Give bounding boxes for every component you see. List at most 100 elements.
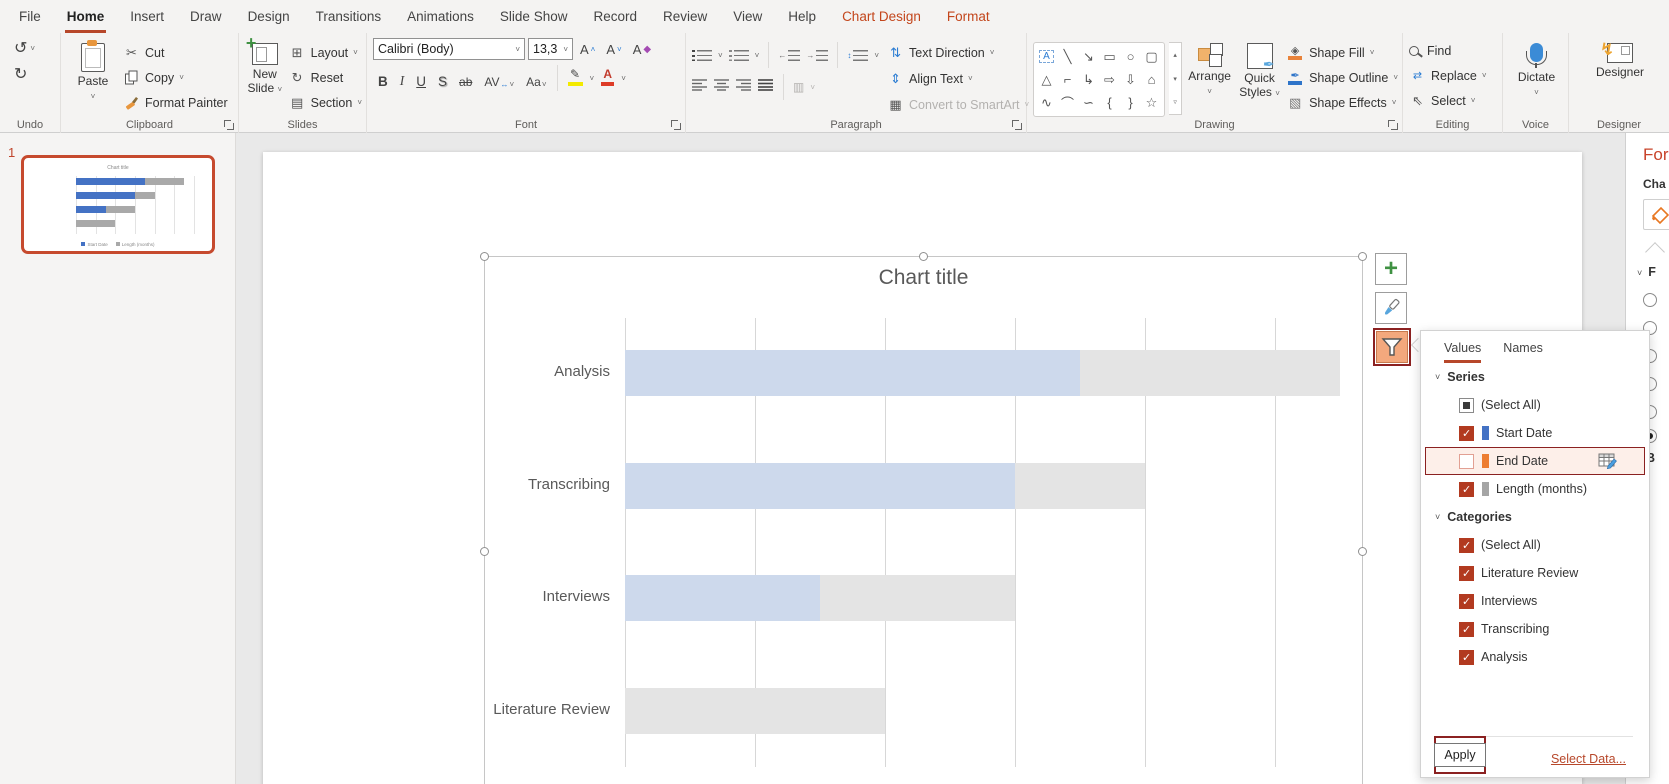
italic-button[interactable]: I bbox=[395, 66, 410, 90]
cut-button[interactable]: ✂ Cut bbox=[123, 41, 228, 64]
paste-button[interactable]: Paste ˅ bbox=[67, 38, 119, 117]
bar-start-date[interactable] bbox=[625, 350, 1080, 396]
checkbox[interactable] bbox=[1459, 425, 1474, 441]
bold-button[interactable]: B bbox=[373, 66, 393, 90]
line-shape-icon[interactable]: ╲ bbox=[1057, 45, 1078, 68]
rounded-rectangle-shape-icon[interactable]: ▢ bbox=[1141, 45, 1162, 68]
tab-home[interactable]: Home bbox=[54, 0, 118, 33]
chart-selection-frame[interactable] bbox=[484, 256, 1363, 784]
checkbox[interactable] bbox=[1459, 621, 1474, 637]
triangle-shape-icon[interactable]: △ bbox=[1036, 68, 1057, 91]
fill-section-header[interactable]: ˅ F bbox=[1637, 265, 1656, 279]
arrow-shape-icon[interactable]: ↘ bbox=[1078, 45, 1099, 68]
arrange-button[interactable]: Arrange ˅ bbox=[1186, 38, 1233, 117]
text-box-shape-icon[interactable]: A bbox=[1039, 50, 1054, 63]
designer-button[interactable]: Designer bbox=[1590, 38, 1650, 117]
clipboard-dialog-launcher-icon[interactable] bbox=[223, 119, 234, 130]
tab-review[interactable]: Review bbox=[650, 0, 720, 33]
gallery-up-icon[interactable]: ▴ bbox=[1169, 43, 1181, 67]
fill-and-line-tab[interactable] bbox=[1643, 199, 1669, 230]
category-interviews-row[interactable]: Interviews bbox=[1425, 587, 1645, 615]
edit-series-table-icon[interactable] bbox=[1598, 453, 1617, 472]
left-brace-shape-icon[interactable]: { bbox=[1099, 91, 1120, 114]
bar-length[interactable] bbox=[1080, 350, 1340, 396]
bar-length[interactable] bbox=[625, 688, 885, 734]
text-highlight-button[interactable]: ✎ bbox=[563, 66, 588, 90]
decrease-font-size-button[interactable]: A ˅ bbox=[602, 38, 625, 60]
series-length-row[interactable]: Length (months) bbox=[1425, 475, 1645, 503]
series-select-all-row[interactable]: (Select All) bbox=[1425, 391, 1645, 419]
layout-button[interactable]: ⊞ Layout ˅ bbox=[289, 41, 362, 64]
shape-gallery-scrollbar[interactable]: ▴ ▾ ▿ bbox=[1169, 42, 1183, 115]
font-dialog-launcher-icon[interactable] bbox=[670, 119, 681, 130]
star-shape-icon[interactable]: ☆ bbox=[1141, 91, 1162, 114]
align-right-button[interactable] bbox=[736, 78, 752, 96]
replace-button[interactable]: ⇄ Replace ˅ bbox=[1409, 64, 1498, 87]
selection-handle-top-left[interactable] bbox=[480, 252, 489, 261]
shape-fill-button[interactable]: ◈ Shape Fill ˅ bbox=[1286, 41, 1398, 64]
text-shadow-button[interactable]: S bbox=[433, 66, 452, 90]
shape-gallery[interactable]: A ╲ ↘ ▭ ○ ▢ △ ⌐ ↳ ⇨ ⇩ ⌂ ∿ ⌒ ∽ { } ☆ bbox=[1033, 42, 1165, 117]
down-arrow-shape-icon[interactable]: ⇩ bbox=[1120, 68, 1141, 91]
checkbox[interactable] bbox=[1459, 537, 1474, 553]
decrease-indent-button[interactable]: ← bbox=[778, 49, 801, 61]
align-text-button[interactable]: ⇕ Align Text ˅ bbox=[887, 67, 1029, 90]
series-section-header[interactable]: ˅ Series bbox=[1421, 363, 1649, 391]
series-start-date-row[interactable]: Start Date bbox=[1425, 419, 1645, 447]
tab-insert[interactable]: Insert bbox=[117, 0, 177, 33]
tab-chart-design[interactable]: Chart Design bbox=[829, 0, 934, 33]
curve-shape-icon[interactable]: ∽ bbox=[1078, 91, 1099, 114]
chart-title[interactable]: Chart title bbox=[484, 266, 1363, 290]
copy-button[interactable]: Copy ˅ bbox=[123, 66, 228, 89]
apply-button[interactable]: Apply bbox=[1434, 743, 1486, 767]
redo-button[interactable]: ↻ bbox=[14, 64, 56, 84]
text-direction-button[interactable]: ⇅ Text Direction ˅ bbox=[887, 41, 1029, 64]
selection-handle-mid-left[interactable] bbox=[480, 547, 489, 556]
increase-font-size-button[interactable]: A ˄ bbox=[576, 38, 599, 60]
scribble-shape-icon[interactable]: ∿ bbox=[1036, 91, 1057, 114]
right-brace-shape-icon[interactable]: } bbox=[1120, 91, 1141, 114]
bullets-button[interactable] bbox=[692, 49, 712, 61]
font-color-button[interactable]: A bbox=[596, 66, 619, 90]
series-end-date-row[interactable]: End Date bbox=[1425, 447, 1645, 475]
underline-button[interactable]: U bbox=[411, 66, 431, 90]
tab-transitions[interactable]: Transitions bbox=[303, 0, 395, 33]
elbow-arrow-connector-icon[interactable]: ↳ bbox=[1078, 68, 1099, 91]
tab-view[interactable]: View bbox=[720, 0, 775, 33]
checkbox[interactable] bbox=[1459, 565, 1474, 581]
slide-canvas[interactable]: Chart title Analysis Transcribing Intervie… bbox=[263, 152, 1582, 784]
fill-radio-option[interactable] bbox=[1643, 293, 1657, 307]
elbow-connector-icon[interactable]: ⌐ bbox=[1057, 68, 1078, 91]
gallery-down-icon[interactable]: ▾ bbox=[1169, 67, 1181, 91]
bar-start-date[interactable] bbox=[625, 575, 820, 621]
bar-start-date[interactable] bbox=[625, 463, 1015, 509]
tab-record[interactable]: Record bbox=[580, 0, 650, 33]
tab-slide-show[interactable]: Slide Show bbox=[487, 0, 581, 33]
select-data-link[interactable]: Select Data... bbox=[1551, 752, 1626, 766]
category-transcribing-row[interactable]: Transcribing bbox=[1425, 615, 1645, 643]
right-arrow-shape-icon[interactable]: ⇨ bbox=[1099, 68, 1120, 91]
align-center-button[interactable] bbox=[714, 78, 730, 96]
justify-button[interactable] bbox=[758, 78, 774, 96]
selection-handle-mid-right[interactable] bbox=[1358, 547, 1367, 556]
dictate-button[interactable]: Dictate ˅ bbox=[1511, 38, 1563, 117]
category-analysis-row[interactable]: Analysis bbox=[1425, 643, 1645, 671]
checkbox[interactable] bbox=[1459, 649, 1474, 665]
shape-effects-button[interactable]: ▧ Shape Effects ˅ bbox=[1286, 91, 1398, 114]
tab-animations[interactable]: Animations bbox=[394, 0, 487, 33]
checkbox[interactable] bbox=[1459, 593, 1474, 609]
change-case-button[interactable]: Aa ˅ bbox=[521, 66, 551, 90]
bar-length[interactable] bbox=[820, 575, 1015, 621]
chart-styles-button[interactable] bbox=[1375, 292, 1407, 324]
category-select-all-row[interactable]: (Select All) bbox=[1425, 531, 1645, 559]
character-spacing-button[interactable]: AV ↔ ˅ bbox=[479, 66, 519, 90]
chart-filters-button[interactable] bbox=[1376, 331, 1408, 363]
tab-draw[interactable]: Draw bbox=[177, 0, 235, 33]
clear-formatting-button[interactable]: A ◆ bbox=[629, 38, 655, 60]
strikethrough-button[interactable]: ab bbox=[454, 66, 477, 90]
numbering-button[interactable] bbox=[728, 49, 749, 61]
polygon-shape-icon[interactable]: ⌂ bbox=[1141, 68, 1162, 91]
align-left-button[interactable] bbox=[692, 78, 708, 96]
line-spacing-button[interactable]: ↕ bbox=[847, 49, 869, 61]
find-button[interactable]: Find bbox=[1409, 39, 1498, 62]
